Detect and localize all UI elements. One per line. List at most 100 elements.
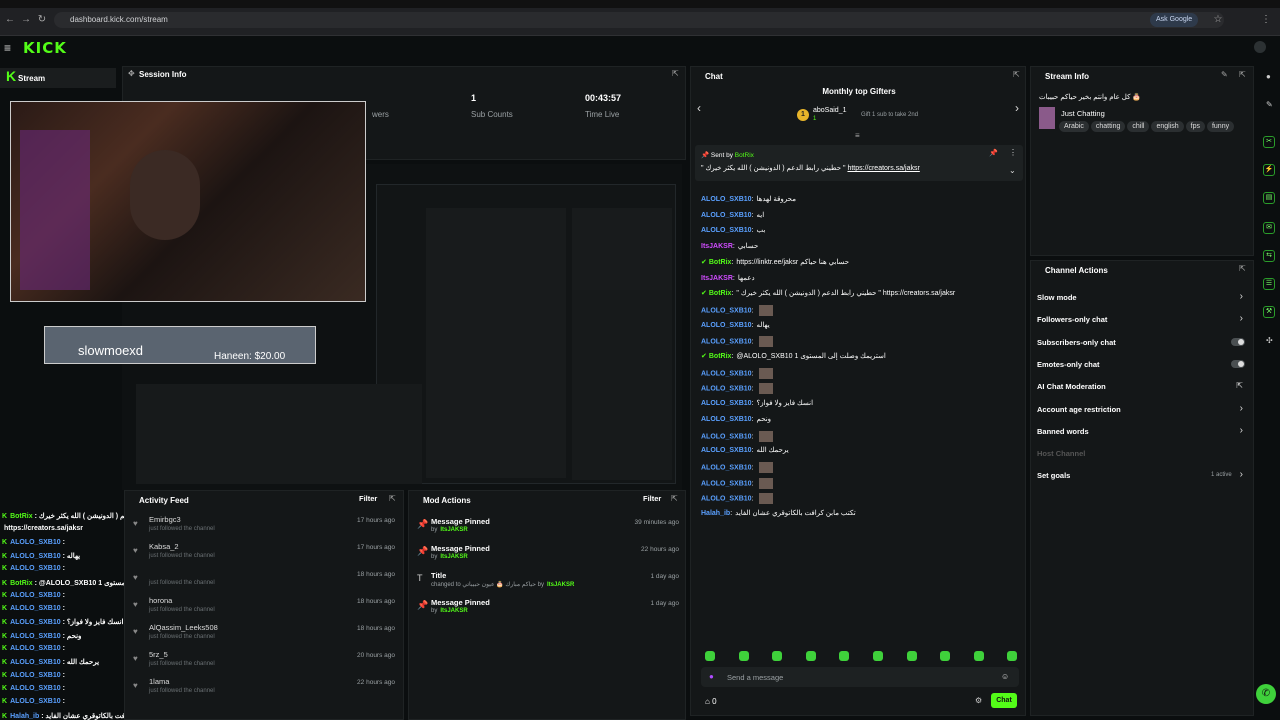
emote-icon[interactable] bbox=[772, 651, 783, 661]
chat-username[interactable]: ALOLO_SXB10 bbox=[701, 370, 752, 377]
emote-icon[interactable] bbox=[906, 651, 917, 661]
unpin-icon[interactable]: 📌 bbox=[989, 149, 998, 157]
chat-username[interactable]: ALOLO_SXB10 bbox=[701, 416, 752, 423]
chat-username[interactable]: BotRix bbox=[709, 353, 732, 360]
gifter-name[interactable]: aboSaid_1 bbox=[813, 107, 846, 114]
chevron-right-icon[interactable]: › bbox=[1240, 291, 1243, 302]
channel-action-label[interactable]: Subscribers-only chat bbox=[1037, 338, 1116, 347]
chat-settings-icon[interactable]: ⚙ bbox=[975, 696, 982, 705]
tag-pill[interactable]: chill bbox=[1127, 121, 1150, 132]
chat-username[interactable]: ALOLO_SXB10 bbox=[701, 322, 752, 329]
chat-username[interactable]: ALOLO_SXB10 bbox=[701, 464, 752, 471]
emote-icon[interactable] bbox=[738, 651, 749, 661]
reload-icon[interactable]: ↻ bbox=[36, 14, 48, 26]
channel-action-label[interactable]: Emotes-only chat bbox=[1037, 360, 1100, 369]
rail-doc-icon[interactable]: ▤ bbox=[1263, 192, 1275, 204]
emote-icon[interactable] bbox=[1007, 651, 1018, 661]
chat-username[interactable]: ALOLO_SXB10 bbox=[701, 339, 752, 346]
mod-action-user[interactable]: ItsJAKSR bbox=[547, 582, 574, 588]
edit-icon[interactable]: ✎ bbox=[1221, 70, 1228, 79]
hamburger-icon[interactable]: ≡ bbox=[4, 41, 11, 55]
chat-send-button[interactable]: Chat bbox=[991, 693, 1017, 708]
star-icon[interactable]: ☆ bbox=[1212, 14, 1224, 26]
help-bubble-icon[interactable]: ✆ bbox=[1256, 684, 1276, 704]
chat-username[interactable]: ALOLO_SXB10 bbox=[701, 307, 752, 314]
channel-action-label[interactable]: Set goals bbox=[1037, 471, 1070, 480]
chat-username[interactable]: ALOLO_SXB10 bbox=[701, 227, 752, 234]
rail-swap-icon[interactable]: ⇆ bbox=[1263, 250, 1275, 262]
chat-username[interactable]: BotRix bbox=[709, 290, 732, 297]
mod-filter-button[interactable]: Filter bbox=[643, 494, 661, 503]
tag-pill[interactable]: funny bbox=[1206, 121, 1235, 132]
emote-icon[interactable] bbox=[839, 651, 850, 661]
collapse-gifters-icon[interactable]: ≡ bbox=[855, 131, 860, 140]
chat-username[interactable]: ALOLO_SXB10 bbox=[701, 433, 752, 440]
chat-username[interactable]: ItsJAKSR bbox=[701, 243, 733, 250]
chevron-right-icon[interactable]: › bbox=[1240, 403, 1243, 414]
emote-icon[interactable] bbox=[873, 651, 883, 661]
channel-action-label[interactable]: Followers-only chat bbox=[1037, 315, 1107, 324]
tag-pill[interactable]: chatting bbox=[1090, 121, 1126, 132]
chat-username[interactable]: ALOLO_SXB10 bbox=[701, 496, 752, 503]
chat-popout-icon[interactable]: ⇱ bbox=[1013, 70, 1020, 79]
url-field[interactable]: dashboard.kick.com/stream bbox=[54, 12, 1224, 28]
activity-name[interactable]: 1lama bbox=[149, 677, 169, 686]
toggle-switch[interactable] bbox=[1231, 337, 1245, 346]
chat-username[interactable]: ALOLO_SXB10 bbox=[701, 447, 752, 454]
menu-dots-icon[interactable]: ⋮ bbox=[1260, 14, 1272, 26]
chat-username[interactable]: ALOLO_SXB10 bbox=[701, 212, 752, 219]
activity-name[interactable]: Emirbgc3 bbox=[149, 515, 181, 524]
rail-dot-icon[interactable]: ● bbox=[1266, 72, 1271, 81]
activity-name[interactable]: AlQassim_Leeks508 bbox=[149, 623, 218, 632]
activity-popout-icon[interactable]: ⇱ bbox=[389, 494, 396, 503]
rail-apps-icon[interactable]: ✣ bbox=[1266, 336, 1273, 345]
chevron-right-icon[interactable]: › bbox=[1240, 425, 1243, 436]
move-icon[interactable]: ✥ bbox=[128, 69, 135, 78]
chat-username[interactable]: BotRix bbox=[709, 259, 732, 266]
emote-icon[interactable] bbox=[705, 651, 715, 661]
chevron-right-icon[interactable]: › bbox=[1240, 313, 1243, 324]
popout-icon[interactable]: ⇱ bbox=[672, 69, 679, 78]
channel-action-label[interactable]: Banned words bbox=[1037, 427, 1089, 436]
chat-username[interactable]: ItsJAKSR bbox=[701, 275, 733, 282]
mod-action-user[interactable]: ItsJAKSR bbox=[440, 608, 467, 614]
chevron-right-icon[interactable]: › bbox=[1240, 469, 1243, 480]
channel-action-label[interactable]: AI Chat Moderation bbox=[1037, 382, 1106, 391]
pinned-expand-icon[interactable]: ⌄ bbox=[1009, 166, 1016, 175]
chat-username[interactable]: Halah_ib bbox=[701, 510, 730, 517]
avatar[interactable] bbox=[1254, 41, 1266, 53]
prev-gifter-icon[interactable]: ‹ bbox=[697, 101, 701, 115]
pinned-menu-icon[interactable]: ⋮ bbox=[1009, 148, 1017, 157]
rail-pen-icon[interactable]: ✎ bbox=[1266, 100, 1273, 109]
back-icon[interactable]: ← bbox=[4, 14, 16, 26]
rail-tools-icon[interactable]: ⚒ bbox=[1263, 306, 1275, 318]
rail-chat-icon[interactable]: ✉ bbox=[1263, 222, 1275, 234]
forward-icon[interactable]: → bbox=[20, 14, 32, 26]
external-link-icon[interactable]: ⇱ bbox=[1236, 381, 1243, 390]
stream-info-popout-icon[interactable]: ⇱ bbox=[1239, 70, 1246, 79]
stream-label[interactable]: Stream bbox=[18, 74, 45, 83]
pinned-user[interactable]: BotRix bbox=[735, 152, 754, 159]
toggle-switch[interactable] bbox=[1231, 359, 1245, 368]
mod-popout-icon[interactable]: ⇱ bbox=[671, 494, 678, 503]
tag-pill[interactable]: fps bbox=[1185, 121, 1205, 132]
chat-username[interactable]: ALOLO_SXB10 bbox=[701, 196, 752, 203]
emote-icon[interactable] bbox=[805, 651, 816, 661]
channel-action-label[interactable]: Slow mode bbox=[1037, 293, 1077, 302]
tag-pill[interactable]: english bbox=[1151, 121, 1184, 132]
ask-google-button[interactable]: Ask Google bbox=[1150, 13, 1199, 27]
rail-clip-icon[interactable]: ✂ bbox=[1263, 136, 1275, 148]
activity-name[interactable]: Kabsa_2 bbox=[149, 542, 179, 551]
channel-actions-popout-icon[interactable]: ⇱ bbox=[1239, 264, 1246, 273]
tag-pill[interactable]: Arabic bbox=[1059, 121, 1089, 132]
chat-username[interactable]: ALOLO_SXB10 bbox=[701, 386, 752, 393]
activity-name[interactable]: horona bbox=[149, 596, 172, 605]
emoji-icon[interactable]: ☺ bbox=[1001, 672, 1009, 681]
mod-action-user[interactable]: ItsJAKSR bbox=[440, 527, 467, 533]
emote-icon[interactable] bbox=[973, 651, 984, 661]
chat-username[interactable]: ALOLO_SXB10 bbox=[701, 400, 752, 407]
pinned-link[interactable]: https://creators.sa/jaksr bbox=[847, 165, 919, 172]
rail-bolt-icon[interactable]: ⚡ bbox=[1263, 164, 1275, 176]
chat-username[interactable]: ALOLO_SXB10 bbox=[701, 480, 752, 487]
kick-logo[interactable]: KICK bbox=[23, 39, 67, 57]
